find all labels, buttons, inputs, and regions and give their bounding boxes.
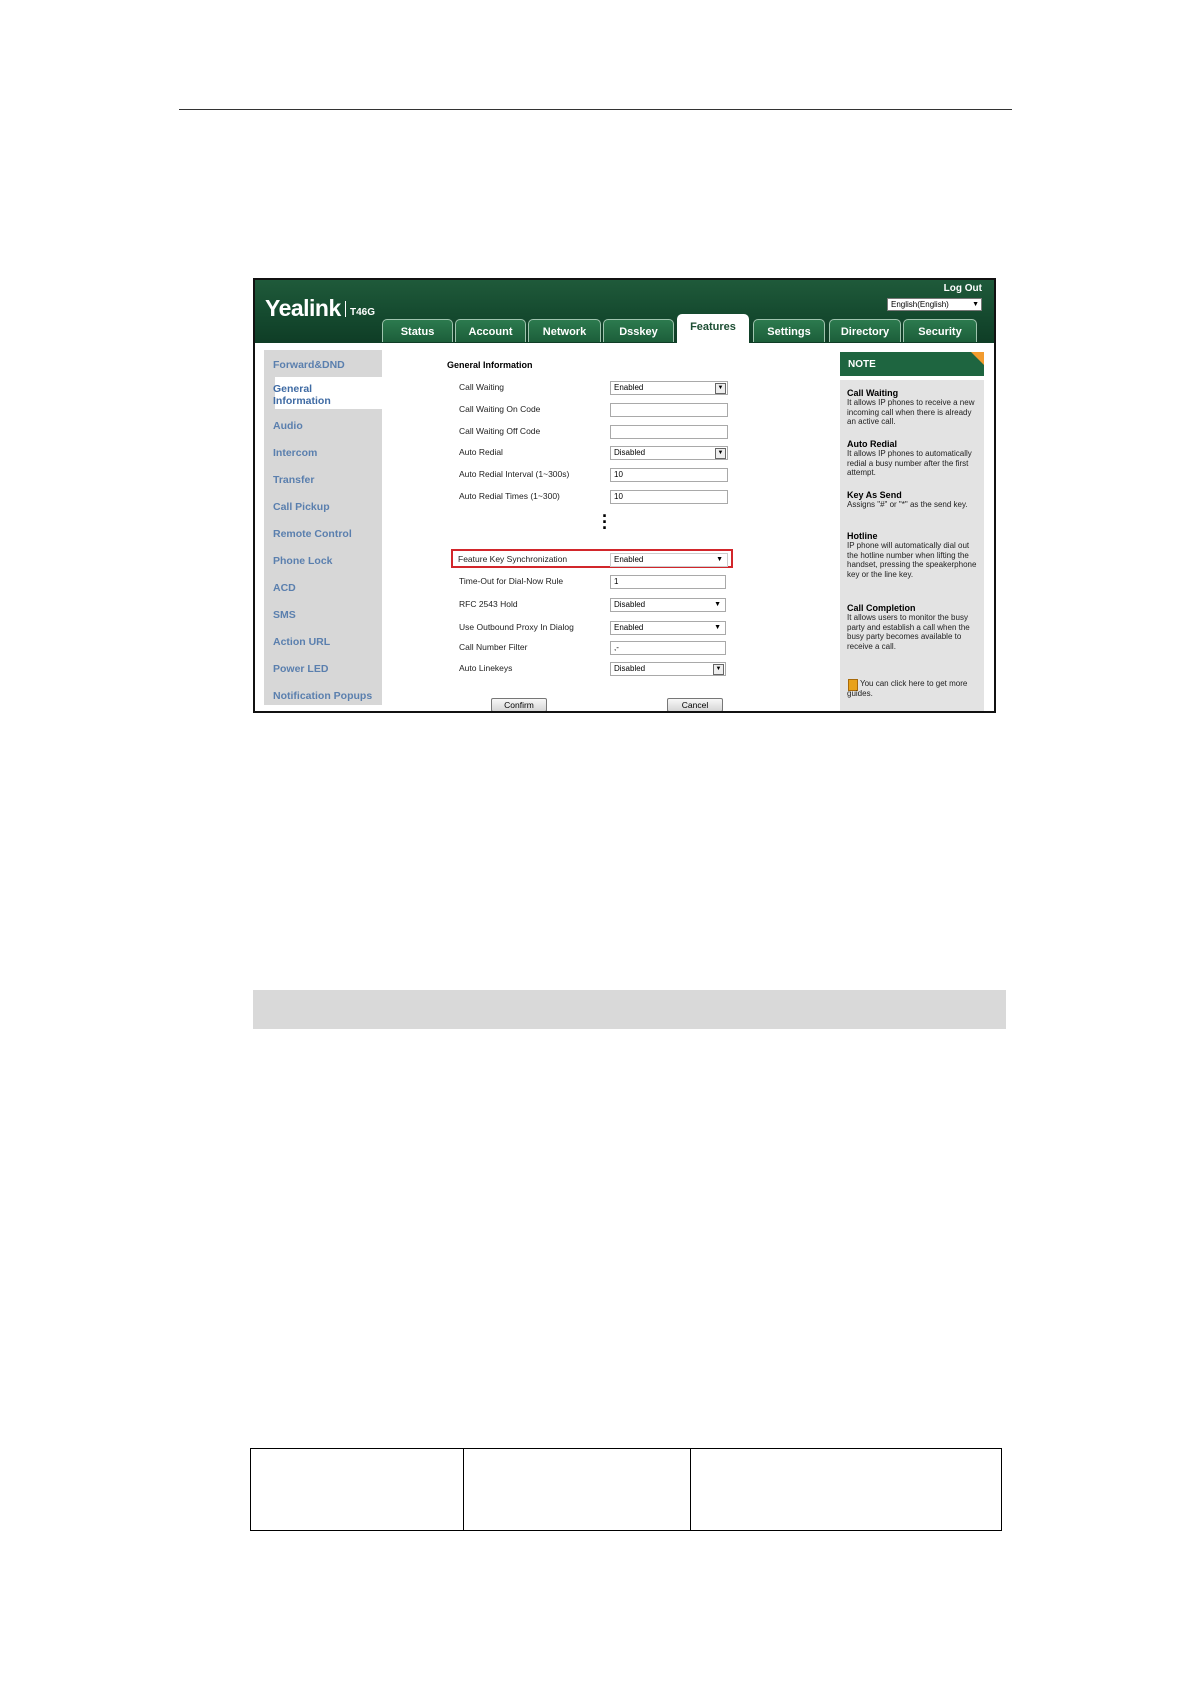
field-label: Use Outbound Proxy In Dialog bbox=[459, 622, 574, 632]
sidebar-item-notification-popups[interactable]: Notification Popups bbox=[273, 690, 377, 702]
chevron-down-icon: ▼ bbox=[714, 624, 721, 631]
section-title: General Information bbox=[447, 360, 533, 370]
call-number-filter-input[interactable]: ,- bbox=[610, 641, 726, 655]
document-table bbox=[250, 1448, 1002, 1531]
chevron-down-icon: ▼ bbox=[714, 601, 721, 608]
call-waiting-off-code-input[interactable] bbox=[610, 425, 728, 439]
chevron-down-icon: ▼ bbox=[713, 664, 724, 675]
auto-redial-interval-input[interactable]: 10 bbox=[610, 468, 728, 482]
brand-logo: Yealink bbox=[265, 295, 341, 321]
top-header: Yealink T46G Log Out English(English) ▼ … bbox=[255, 280, 994, 344]
note-title: Key As Send bbox=[847, 490, 902, 500]
note-text: It allows users to monitor the busy part… bbox=[847, 613, 970, 651]
tab-security[interactable]: Security bbox=[903, 319, 977, 342]
sidebar-item-general-information[interactable]: General Information bbox=[273, 383, 353, 407]
tab-features[interactable]: Features bbox=[677, 314, 749, 344]
gray-bar bbox=[253, 990, 1006, 1029]
note-text: Assigns "#" or "*" as the send key. bbox=[847, 500, 968, 509]
field-label: Auto Redial Times (1~300) bbox=[459, 491, 560, 501]
language-select[interactable]: English(English) ▼ bbox=[887, 298, 982, 311]
logo-divider bbox=[345, 301, 346, 317]
auto-redial-times-input[interactable]: 10 bbox=[610, 490, 728, 504]
sidebar-item-transfer[interactable]: Transfer bbox=[273, 474, 314, 486]
sidebar-item-intercom[interactable]: Intercom bbox=[273, 447, 317, 459]
table-row bbox=[250, 1448, 1002, 1531]
table-cell bbox=[463, 1448, 691, 1531]
feature-key-sync-select[interactable]: Enabled ▼ bbox=[610, 553, 728, 567]
omission-dots: · · · bbox=[602, 506, 608, 538]
tab-dsskey[interactable]: Dsskey bbox=[603, 319, 674, 342]
sidebar-item-sms[interactable]: SMS bbox=[273, 609, 296, 621]
call-waiting-select[interactable]: Enabled ▼ bbox=[610, 381, 728, 395]
select-value: Disabled bbox=[614, 600, 646, 609]
note-title: Hotline bbox=[847, 531, 878, 541]
sidebar-item-forward-dnd[interactable]: Forward&DND bbox=[273, 359, 345, 371]
cancel-button[interactable]: Cancel bbox=[667, 698, 723, 711]
field-label: Call Number Filter bbox=[459, 642, 528, 652]
auto-linekeys-select[interactable]: Disabled ▼ bbox=[610, 662, 726, 676]
sidebar-item-phone-lock[interactable]: Phone Lock bbox=[273, 555, 333, 567]
field-label: RFC 2543 Hold bbox=[459, 599, 518, 609]
note-text: It allows IP phones to receive a new inc… bbox=[847, 398, 975, 426]
call-waiting-on-code-input[interactable] bbox=[610, 403, 728, 417]
field-label: Auto Linekeys bbox=[459, 663, 513, 673]
note-title: Call Completion bbox=[847, 603, 916, 613]
field-label: Auto Redial bbox=[459, 447, 503, 457]
tab-account[interactable]: Account bbox=[455, 319, 526, 342]
content-area: Forward&DND General Information Audio In… bbox=[255, 343, 994, 711]
note-header: NOTE bbox=[840, 352, 984, 376]
dial-now-timeout-input[interactable]: 1 bbox=[610, 575, 726, 589]
field-label: Call Waiting bbox=[459, 382, 505, 392]
field-label: Time-Out for Dial-Now Rule bbox=[459, 576, 564, 586]
select-value: Enabled bbox=[614, 623, 644, 632]
model-label: T46G bbox=[350, 307, 376, 318]
select-value: Disabled bbox=[614, 664, 646, 673]
table-cell bbox=[690, 1448, 1002, 1531]
logout-link[interactable]: Log Out bbox=[944, 283, 982, 294]
chevron-down-icon: ▼ bbox=[972, 301, 979, 308]
sidebar-item-action-url[interactable]: Action URL bbox=[273, 636, 330, 648]
sidebar-item-power-led[interactable]: Power LED bbox=[273, 663, 328, 675]
note-text: It allows IP phones to automatically red… bbox=[847, 449, 972, 477]
sidebar-item-remote-control[interactable]: Remote Control bbox=[273, 528, 352, 540]
field-label: Auto Redial Interval (1~300s) bbox=[459, 469, 570, 479]
sidebar-item-acd[interactable]: ACD bbox=[273, 582, 296, 594]
note-text: IP phone will automatically dial out the… bbox=[847, 541, 977, 579]
confirm-button[interactable]: Confirm bbox=[491, 698, 547, 711]
auto-redial-select[interactable]: Disabled ▼ bbox=[610, 446, 728, 460]
sidebar-item-call-pickup[interactable]: Call Pickup bbox=[273, 501, 330, 513]
outbound-proxy-select[interactable]: Enabled ▼ bbox=[610, 621, 726, 635]
web-ui-screenshot: Yealink T46G Log Out English(English) ▼ … bbox=[253, 278, 996, 713]
sidebar-item-audio[interactable]: Audio bbox=[273, 420, 303, 432]
field-label: Feature Key Synchronization bbox=[458, 554, 568, 564]
note-title: Auto Redial bbox=[847, 439, 898, 449]
note-title: Call Waiting bbox=[847, 388, 899, 398]
tab-network[interactable]: Network bbox=[528, 319, 601, 342]
language-value: English(English) bbox=[891, 300, 949, 309]
select-value: Disabled bbox=[614, 448, 646, 457]
rfc-2543-hold-select[interactable]: Disabled ▼ bbox=[610, 598, 726, 612]
chevron-down-icon: ▼ bbox=[716, 556, 723, 563]
field-label: Call Waiting Off Code bbox=[459, 426, 541, 436]
chevron-down-icon: ▼ bbox=[715, 383, 726, 394]
field-label: Call Waiting On Code bbox=[459, 404, 541, 414]
tab-settings[interactable]: Settings bbox=[753, 319, 825, 342]
chevron-down-icon: ▼ bbox=[715, 448, 726, 459]
header-rule bbox=[179, 109, 1012, 110]
tab-directory[interactable]: Directory bbox=[829, 319, 901, 342]
guide-link[interactable]: You can click here to get more guides. bbox=[847, 679, 979, 698]
table-cell bbox=[250, 1448, 464, 1531]
select-value: Enabled bbox=[614, 383, 644, 392]
tab-status[interactable]: Status bbox=[382, 319, 453, 342]
select-value: Enabled bbox=[614, 555, 644, 564]
note-corner-fold bbox=[971, 352, 984, 365]
